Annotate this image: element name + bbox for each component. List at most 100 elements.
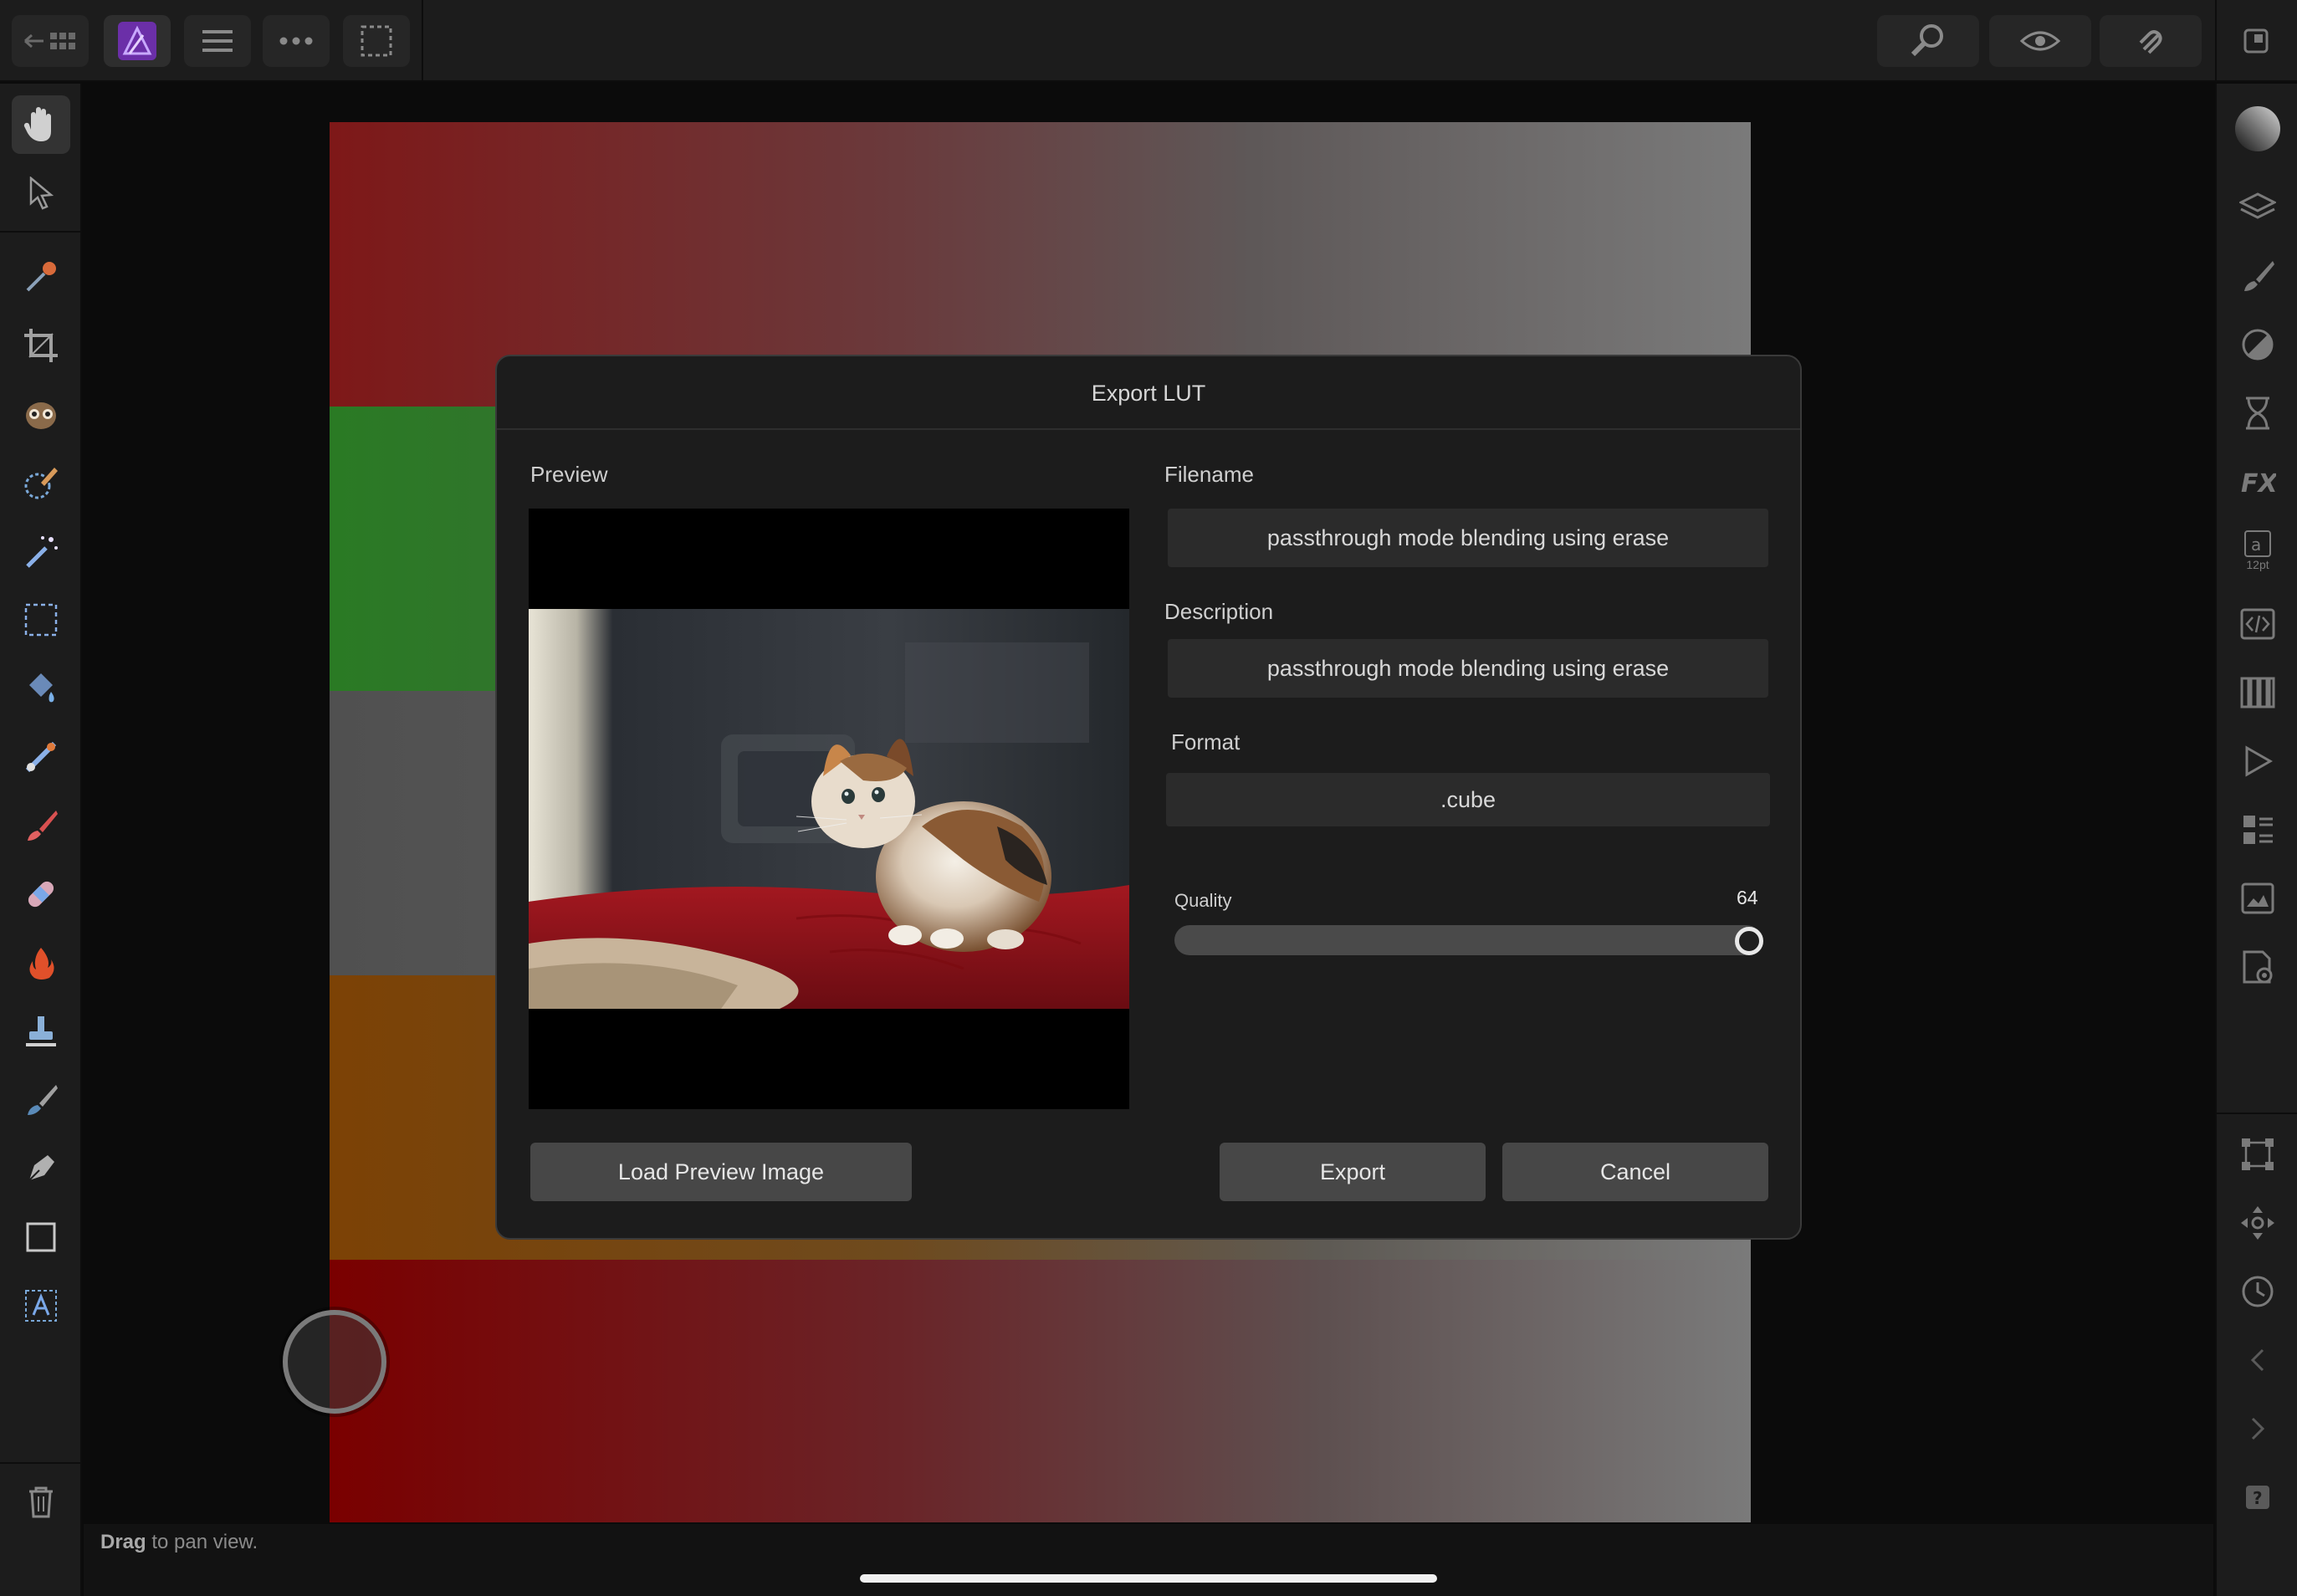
code-studio-button[interactable] — [2233, 599, 2283, 649]
transform-icon — [2242, 1138, 2274, 1170]
delete-button[interactable] — [12, 1472, 70, 1531]
play-icon — [2245, 745, 2273, 777]
navigator-icon — [2241, 882, 2274, 914]
hand-tool[interactable] — [12, 95, 70, 154]
persona-button[interactable] — [104, 15, 171, 67]
back-grid-icon — [24, 33, 75, 49]
move-tool[interactable] — [12, 164, 70, 223]
hourglass-studio-button[interactable] — [2233, 388, 2283, 438]
brushes-icon — [2244, 261, 2274, 291]
selection-brush-tool[interactable] — [12, 453, 70, 512]
format-select[interactable]: .cube — [1166, 773, 1770, 826]
tools-panel — [0, 84, 82, 1596]
swatches-studio-button[interactable] — [2233, 668, 2283, 718]
more-button[interactable] — [263, 15, 330, 67]
load-preview-image-button[interactable]: Load Preview Image — [530, 1143, 912, 1201]
hourglass-icon — [2246, 396, 2269, 430]
text-icon — [25, 1290, 57, 1322]
crop-icon — [24, 329, 58, 362]
snapping-magnet-icon — [2139, 30, 2162, 54]
preview-label: Preview — [530, 462, 608, 487]
help-button[interactable]: ? — [2233, 1472, 2283, 1522]
stock-studio-button[interactable] — [2233, 805, 2283, 855]
svg-text:FX: FX — [2241, 469, 2276, 497]
filename-label: Filename — [1164, 462, 1254, 487]
color-icon — [2235, 106, 2280, 151]
export-button[interactable]: Export — [1220, 1143, 1486, 1201]
next-icon — [2251, 1417, 2265, 1440]
code-icon — [2240, 608, 2275, 640]
gradient-tool[interactable] — [12, 728, 70, 786]
settings-icon — [2243, 950, 2273, 984]
text-style-studio-button[interactable]: a 12pt — [2233, 525, 2283, 575]
gradient-icon — [25, 741, 57, 773]
transform-studio-button[interactable] — [2233, 1129, 2283, 1179]
brushes-studio-button[interactable] — [2233, 251, 2283, 301]
quality-label: Quality — [1174, 890, 1232, 911]
flood-fill-tool[interactable] — [12, 659, 70, 718]
flood-fill-icon — [29, 673, 54, 703]
window-button[interactable] — [2228, 15, 2284, 67]
format-label: Format — [1171, 729, 1241, 755]
preview-image-frame — [529, 509, 1129, 1109]
magic-wand-icon — [26, 536, 58, 568]
next-button[interactable] — [2233, 1404, 2283, 1454]
filename-input[interactable]: passthrough mode blending using erase — [1168, 509, 1768, 567]
zoom-button[interactable] — [1877, 15, 1979, 67]
swatches-icon — [2240, 677, 2275, 708]
navigator-studio-button[interactable] — [2233, 873, 2283, 923]
history-studio-button[interactable] — [2233, 1266, 2283, 1317]
menu-icon — [202, 30, 233, 52]
selection-marquee-icon — [361, 25, 392, 57]
rectangle-tool[interactable] — [12, 1208, 70, 1266]
hand-joystick[interactable] — [283, 1310, 386, 1414]
pointer-icon — [29, 176, 54, 210]
play-studio-button[interactable] — [2233, 736, 2283, 786]
view-eye-icon — [2019, 31, 2061, 51]
quality-slider-track[interactable] — [1174, 925, 1762, 955]
color-studio-button[interactable] — [2233, 104, 2283, 154]
view-mode-button[interactable] — [1989, 15, 2091, 67]
studio-panel: FX a 12pt ? — [2215, 84, 2297, 1596]
back-grid-button[interactable] — [12, 15, 89, 67]
rectangle-icon — [26, 1222, 56, 1252]
red-eye-tool[interactable] — [12, 385, 70, 443]
cancel-button[interactable]: Cancel — [1502, 1143, 1768, 1201]
paint-brush-tool[interactable] — [12, 796, 70, 855]
status-hint-bold: Drag — [100, 1531, 146, 1553]
more-icon — [279, 37, 313, 45]
healing-tool[interactable] — [12, 865, 70, 923]
selection-button[interactable] — [343, 15, 410, 67]
color-picker-tool[interactable] — [12, 248, 70, 306]
snapping-button[interactable] — [2100, 15, 2202, 67]
clone-stamp-icon — [26, 1016, 56, 1046]
move-studio-button[interactable] — [2233, 1198, 2283, 1248]
quality-slider-thumb[interactable] — [1735, 927, 1763, 955]
pen-tool[interactable] — [12, 1139, 70, 1198]
layers-studio-button[interactable] — [2233, 182, 2283, 233]
prev-icon — [2250, 1348, 2264, 1372]
marquee-tool[interactable] — [12, 591, 70, 649]
menu-button[interactable] — [184, 15, 251, 67]
healing-icon — [28, 881, 54, 908]
red-eye-icon — [26, 402, 56, 429]
magic-wand-tool[interactable] — [12, 522, 70, 581]
stock-icon — [2243, 816, 2273, 844]
text-tool[interactable] — [12, 1276, 70, 1335]
smudge-icon — [28, 1085, 58, 1115]
dialog-title: Export LUT — [497, 356, 1800, 430]
hand-icon — [23, 107, 51, 141]
smudge-tool[interactable] — [12, 1071, 70, 1129]
prev-button[interactable] — [2233, 1335, 2283, 1385]
font-size-badge: 12pt — [2246, 558, 2269, 571]
brush-selection-icon — [24, 468, 58, 499]
home-indicator[interactable] — [860, 1574, 1437, 1583]
description-input[interactable]: passthrough mode blending using erase — [1168, 639, 1768, 698]
adjustments-studio-button[interactable] — [2233, 320, 2283, 370]
settings-studio-button[interactable] — [2233, 942, 2283, 992]
clone-tool[interactable] — [12, 1002, 70, 1061]
burn-tool[interactable] — [12, 934, 70, 992]
move-icon — [2241, 1206, 2274, 1240]
fx-studio-button[interactable]: FX — [2233, 457, 2283, 507]
crop-tool[interactable] — [12, 316, 70, 375]
